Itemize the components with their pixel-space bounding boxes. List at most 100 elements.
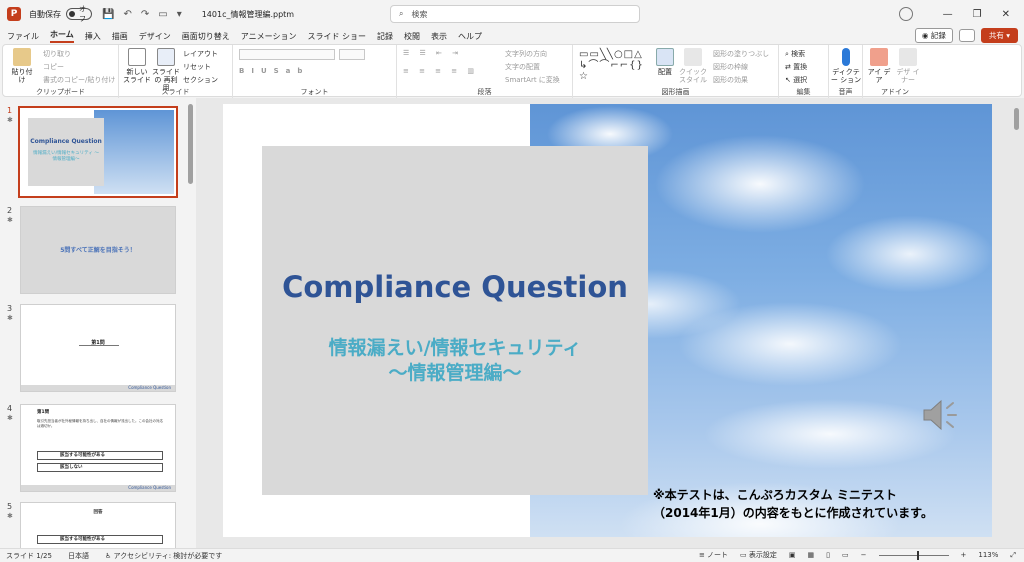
select-button[interactable]: ↖ 選択 [785, 75, 807, 85]
share-button[interactable]: 共有 ▾ [980, 28, 1018, 43]
restore-icon[interactable]: ❐ [973, 9, 982, 20]
reset-button[interactable]: リセット [183, 62, 211, 72]
autosave-toggle[interactable]: オフ [66, 5, 92, 23]
customize-qat-icon[interactable]: ▾ [177, 9, 182, 20]
title-box[interactable] [262, 146, 648, 495]
redo-icon[interactable]: ↷ [141, 9, 149, 20]
align-buttons[interactable]: ≡ ≡ ≡ ≡ ▥ [403, 67, 478, 75]
slide-subtitle-line-2: ～情報管理編～ [388, 362, 522, 384]
source-note-line-2: （2014年1月）の内容をもとに作成されています。 [653, 506, 933, 520]
copy-button[interactable]: コピー [43, 62, 64, 72]
thumb-title: Compliance Question [30, 138, 102, 145]
shape-fill-button[interactable]: 図形の塗りつぶし [713, 49, 769, 59]
undo-icon[interactable]: ↶ [123, 9, 131, 20]
source-note-line-1: ※本テストは、こんぷろカスタム ミニテスト [653, 488, 897, 502]
tab-review[interactable]: 校閲 [404, 31, 420, 42]
paragraph-group-label: 段落 [477, 88, 492, 96]
slide-scrollbar[interactable] [1013, 100, 1020, 540]
add-ins-button[interactable]: アイ デア [867, 48, 891, 84]
minimize-icon[interactable]: — [943, 9, 953, 20]
record-label: 記録 [930, 31, 946, 40]
save-icon[interactable]: 💾 [102, 9, 114, 20]
current-slide[interactable]: Compliance Question 情報漏えい/情報セキュリティ ～情報管理… [223, 104, 992, 537]
new-slide-button[interactable]: 新しい スライド [122, 48, 152, 84]
designer-group-label: アドイン [881, 88, 909, 96]
slide-thumbnail-4[interactable]: 第1問 取引先担当者が社外秘情報を持ち出し、自社の情報が流出した。この会社の対応… [20, 404, 176, 492]
align-text-button[interactable]: 文字の配置 [505, 62, 540, 72]
slide-thumbnail-2[interactable]: 5問すべて正解を目指そう！ [20, 206, 176, 294]
smartart-button[interactable]: SmartArt に変換 [505, 75, 560, 85]
text-direction-button[interactable]: 文字列の方向 [505, 49, 547, 59]
zoom-level[interactable]: 113% [978, 551, 998, 559]
ribbon-tabs: ファイル ホーム 挿入 描画 デザイン 画面切り替え アニメーション スライド … [0, 28, 1024, 44]
replace-button[interactable]: ⇄ 置換 [785, 62, 807, 72]
shapes-gallery[interactable]: ▭▭╲╲○□△ ↳⌒⌒⌐⌐{}☆ [579, 49, 645, 82]
slides-group: 新しい スライド スライドの 再利用 レイアウト リセット セクション スライド [119, 45, 233, 98]
normal-view-icon[interactable]: ▣ [789, 551, 796, 559]
find-button[interactable]: ⌕ 検索 [785, 49, 805, 59]
zoom-out-icon[interactable]: − [861, 551, 867, 559]
paste-label: 貼り付け [11, 68, 33, 84]
language-indicator[interactable]: 日本語 [68, 551, 89, 561]
powerpoint-logo-icon: P [7, 7, 21, 21]
shape-effects-button[interactable]: 図形の効果 [713, 75, 748, 85]
comments-button[interactable] [958, 29, 975, 42]
record-button[interactable]: ◉ 記録 [914, 28, 953, 43]
thumb-subtitle: 情報漏えい/情報セキュリティ ～情報管理編～ [33, 151, 99, 162]
tab-animations[interactable]: アニメーション [241, 31, 297, 42]
tab-home[interactable]: ホーム [50, 29, 74, 43]
tab-file[interactable]: ファイル [7, 31, 39, 42]
list-buttons[interactable]: ☰ ☰ ⇤ ⇥ [403, 49, 462, 57]
tab-insert[interactable]: 挿入 [85, 31, 101, 42]
close-icon[interactable]: ✕ [1002, 9, 1010, 20]
designer-label: デザ イナー [896, 68, 920, 84]
account-icon[interactable] [898, 7, 913, 21]
tab-view[interactable]: 表示 [431, 31, 447, 42]
quick-styles-button[interactable]: クイック スタイル [679, 48, 707, 84]
reuse-slides-button[interactable]: スライドの 再利用 [151, 48, 181, 92]
slide-thumbnail-3[interactable]: 第1問 Compliance Question [20, 304, 176, 392]
slide-thumbnail-5[interactable]: 回答 該当する可能性がある [20, 502, 176, 548]
display-settings-button[interactable]: ▭ 表示設定 [740, 550, 777, 560]
reading-view-icon[interactable]: ▯ [826, 551, 830, 559]
arrange-label: 配置 [658, 68, 672, 76]
notes-label: ノート [707, 551, 729, 559]
accessibility-status[interactable]: ♿ アクセシビリティ: 検討が必要です [105, 551, 222, 561]
cut-button[interactable]: 切り取り [43, 49, 71, 59]
notes-button[interactable]: ≡ ノート [699, 550, 728, 560]
slide-subtitle[interactable]: 情報漏えい/情報セキュリティ ～情報管理編～ [262, 336, 648, 386]
speaker-icon[interactable] [920, 396, 964, 434]
font-size-select[interactable] [339, 49, 365, 60]
zoom-in-icon[interactable]: + [961, 551, 967, 559]
tab-design[interactable]: デザイン [139, 31, 171, 42]
fit-to-window-icon[interactable]: ⤢ [1010, 551, 1016, 560]
slide-thumbnail-1[interactable]: Compliance Question 情報漏えい/情報セキュリティ ～情報管理… [18, 106, 178, 198]
thumb-body: 取引先担当者が社外秘情報を持ち出し、自社の情報が流出した。この会社の対応は適切か… [37, 419, 163, 428]
tab-help[interactable]: ヘルプ [458, 31, 482, 42]
slideshow-view-icon[interactable]: ▭ [842, 551, 849, 559]
designer-button[interactable]: デザ イナー [895, 48, 921, 84]
slide-scrollbar-thumb[interactable] [1014, 108, 1019, 130]
tab-record[interactable]: 記録 [377, 31, 393, 42]
tab-transitions[interactable]: 画面切り替え [182, 31, 230, 42]
thumb-text: 5問すべて正解を目指そう！ [60, 247, 136, 254]
slide-sorter-icon[interactable]: ▦ [808, 551, 815, 559]
paste-button[interactable]: 貼り付け [9, 48, 35, 84]
font-name-select[interactable] [239, 49, 335, 60]
search-box[interactable]: ⌕ 検索 [390, 5, 640, 23]
tab-draw[interactable]: 描画 [112, 31, 128, 42]
dictate-button[interactable]: ディクテー ション [830, 48, 862, 84]
shape-outline-button[interactable]: 図形の枠線 [713, 62, 748, 72]
arrange-button[interactable]: 配置 [653, 48, 677, 76]
format-painter-button[interactable]: 書式のコピー/貼り付け [43, 75, 115, 85]
present-icon[interactable]: ▭ [158, 9, 167, 20]
section-button[interactable]: セクション [183, 75, 218, 85]
font-format-buttons[interactable]: BIUSab [239, 67, 309, 75]
thumbnails-scrollbar[interactable] [188, 104, 193, 184]
layout-button[interactable]: レイアウト [183, 49, 218, 59]
display-settings-label: 表示設定 [748, 551, 777, 559]
slide-title[interactable]: Compliance Question [262, 270, 648, 304]
zoom-slider[interactable] [878, 550, 949, 560]
source-note[interactable]: ※本テストは、こんぷろカスタム ミニテスト （2014年1月）の内容をもとに作成… [653, 486, 983, 522]
tab-slideshow[interactable]: スライド ショー [307, 31, 366, 42]
